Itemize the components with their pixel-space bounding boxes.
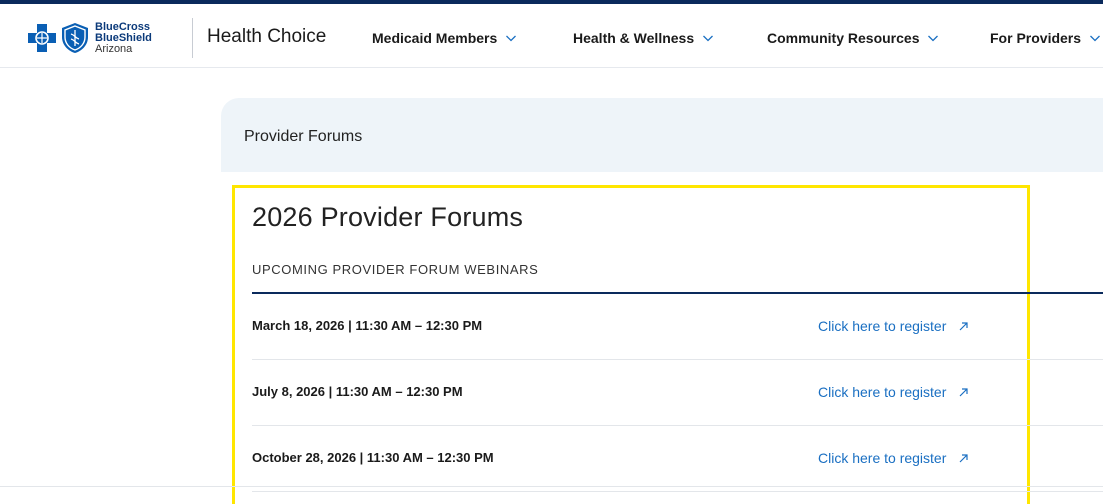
external-link-icon bbox=[959, 321, 968, 330]
logo-line-1: BlueCross bbox=[95, 20, 151, 33]
forum-date-time: | 11:30 AM – 12:30 PM bbox=[344, 318, 483, 333]
register-link-label: Click here to register bbox=[818, 450, 947, 466]
register-link-label: Click here to register bbox=[818, 384, 947, 400]
logo-line-3: Arizona bbox=[95, 42, 133, 55]
nav-medicaid-members[interactable]: Medicaid Members bbox=[372, 30, 517, 46]
logo-wordmark: BlueCross BlueShield Arizona bbox=[95, 20, 152, 55]
forum-date-time: | 11:30 AM – 12:30 PM bbox=[325, 384, 463, 399]
page-title: 2026 Provider Forums bbox=[252, 202, 524, 232]
register-link[interactable]: Click here to register bbox=[818, 384, 969, 400]
chevron-down-icon bbox=[928, 35, 939, 42]
forum-date-day: March 18, 2026 bbox=[252, 318, 345, 333]
register-link[interactable]: Click here to register bbox=[818, 318, 969, 334]
chevron-down-icon bbox=[1090, 35, 1100, 42]
nav-label: Medicaid Members bbox=[372, 30, 498, 46]
bcbs-arizona-logo[interactable]: BlueCross BlueShield Arizona bbox=[27, 16, 152, 60]
nav-health-wellness[interactable]: Health & Wellness bbox=[573, 30, 714, 46]
section-subtitle: UPCOMING PROVIDER FORUM WEBINARS bbox=[252, 262, 539, 277]
forum-row: October 28, 2026 | 11:30 AM – 12:30 PM C… bbox=[252, 426, 1103, 492]
forum-date: July 8, 2026 | 11:30 AM – 12:30 PM bbox=[252, 384, 463, 399]
logo-line-2: BlueShield bbox=[95, 31, 152, 44]
footer-divider bbox=[0, 486, 1103, 487]
health-choice-brand[interactable]: Health Choice bbox=[207, 26, 326, 48]
forum-date: October 28, 2026 | 11:30 AM – 12:30 PM bbox=[252, 450, 494, 465]
register-link[interactable]: Click here to register bbox=[818, 450, 969, 466]
site-header: BlueCross BlueShield Arizona Health Choi… bbox=[0, 4, 1103, 68]
nav-for-providers[interactable]: For Providers bbox=[990, 30, 1101, 46]
blue-shield-icon bbox=[62, 23, 88, 53]
register-link-label: Click here to register bbox=[818, 318, 947, 334]
forum-date-day: October 28, 2026 bbox=[252, 450, 357, 465]
forum-date: March 18, 2026 | 11:30 AM – 12:30 PM bbox=[252, 318, 482, 333]
breadcrumb-current: Provider Forums bbox=[244, 128, 363, 145]
forum-row: July 8, 2026 | 11:30 AM – 12:30 PM Click… bbox=[252, 360, 1103, 426]
chevron-down-icon bbox=[506, 35, 517, 42]
blue-cross-icon bbox=[28, 24, 56, 52]
forum-date-time: | 11:30 AM – 12:30 PM bbox=[356, 450, 494, 465]
forum-row: March 18, 2026 | 11:30 AM – 12:30 PM Cli… bbox=[252, 294, 1103, 360]
forum-date-day: July 8, 2026 bbox=[252, 384, 325, 399]
nav-community-resources[interactable]: Community Resources bbox=[767, 30, 939, 46]
external-link-icon bbox=[959, 387, 968, 396]
external-link-icon bbox=[959, 453, 968, 462]
logo-divider bbox=[192, 18, 193, 58]
chevron-down-icon bbox=[703, 35, 714, 42]
nav-label: Health & Wellness bbox=[573, 30, 695, 46]
nav-label: Community Resources bbox=[767, 30, 920, 46]
breadcrumb: Provider Forums bbox=[221, 98, 1103, 172]
nav-label: For Providers bbox=[990, 30, 1082, 46]
logo-icons bbox=[27, 22, 89, 54]
